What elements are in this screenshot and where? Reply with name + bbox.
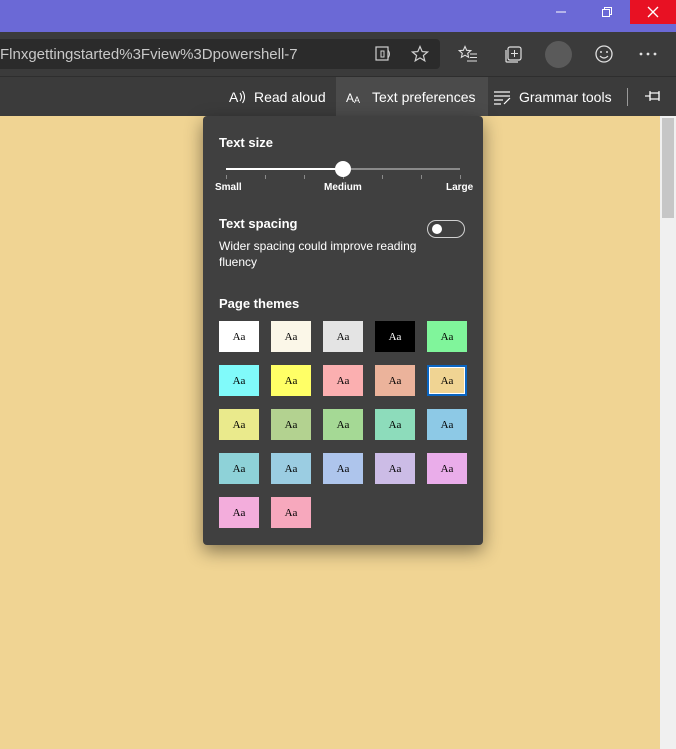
- page-theme-swatch[interactable]: Aa: [427, 321, 467, 352]
- address-url[interactable]: Flnxgettingstarted%3Fview%3Dpowershell-7: [0, 46, 298, 63]
- close-window-button[interactable]: [630, 0, 676, 24]
- more-menu-icon[interactable]: [636, 42, 660, 66]
- text-size-slider-fill: [226, 168, 343, 170]
- page-theme-swatch[interactable]: Aa: [219, 453, 259, 484]
- address-bar[interactable]: Flnxgettingstarted%3Fview%3Dpowershell-7: [0, 39, 440, 69]
- title-bar: [0, 0, 676, 32]
- toolbar-divider: [627, 88, 628, 106]
- text-size-large-label: Large: [446, 182, 474, 193]
- minimize-icon: [556, 11, 566, 13]
- read-aloud-icon: A: [229, 89, 246, 105]
- read-aloud-label: Read aloud: [254, 89, 326, 105]
- text-size-small-label: Small: [215, 182, 242, 193]
- page-theme-swatch[interactable]: Aa: [375, 321, 415, 352]
- page-theme-swatch[interactable]: Aa: [323, 453, 363, 484]
- profile-avatar[interactable]: [545, 41, 572, 68]
- text-preferences-icon: AA: [346, 91, 360, 105]
- slider-tick: [460, 175, 461, 179]
- text-size-slider-thumb[interactable]: [335, 161, 351, 177]
- page-theme-swatch[interactable]: Aa: [375, 453, 415, 484]
- feedback-smiley-icon[interactable]: [592, 42, 616, 66]
- text-preferences-button[interactable]: AA Text preferences: [336, 77, 488, 117]
- collections-icon[interactable]: [501, 42, 525, 66]
- page-theme-swatch[interactable]: Aa: [375, 365, 415, 396]
- slider-tick: [382, 175, 383, 179]
- grammar-tools-label: Grammar tools: [519, 89, 612, 105]
- minimize-button[interactable]: [538, 0, 584, 24]
- page-theme-swatch[interactable]: Aa: [271, 409, 311, 440]
- text-preferences-label: Text preferences: [372, 89, 476, 105]
- text-spacing-toggle[interactable]: [427, 220, 465, 238]
- svg-text:A: A: [346, 91, 354, 105]
- restore-button[interactable]: [584, 0, 630, 24]
- restore-icon: [602, 7, 612, 17]
- page-theme-swatch[interactable]: Aa: [271, 453, 311, 484]
- slider-tick: [226, 175, 227, 179]
- page-theme-swatch[interactable]: Aa: [323, 409, 363, 440]
- immersive-reader-toolbar: A Read aloud AA Text preferences Grammar…: [0, 76, 676, 117]
- text-size-heading: Text size: [219, 135, 273, 150]
- slider-tick: [421, 175, 422, 179]
- immersive-reader-icon[interactable]: [373, 43, 395, 65]
- text-spacing-heading: Text spacing: [219, 216, 298, 231]
- close-icon: [647, 6, 659, 18]
- text-size-medium-label: Medium: [324, 182, 362, 193]
- read-aloud-button[interactable]: A Read aloud: [229, 77, 326, 117]
- pin-toolbar-icon[interactable]: [642, 85, 664, 107]
- page-theme-swatch[interactable]: Aa: [375, 409, 415, 440]
- favorites-icon[interactable]: [456, 42, 480, 66]
- page-theme-swatch[interactable]: Aa: [323, 321, 363, 352]
- browser-toolbar: Flnxgettingstarted%3Fview%3Dpowershell-7: [0, 32, 676, 76]
- page-theme-swatch[interactable]: Aa: [271, 321, 311, 352]
- svg-text:A: A: [229, 89, 239, 105]
- scrollbar-thumb[interactable]: [662, 118, 674, 218]
- page-theme-swatch[interactable]: Aa: [219, 497, 259, 528]
- grammar-tools-icon: [494, 91, 511, 105]
- page-themes-heading: Page themes: [219, 296, 300, 311]
- svg-text:A: A: [354, 95, 360, 105]
- toggle-knob: [432, 224, 442, 234]
- page-theme-swatch[interactable]: Aa: [271, 365, 311, 396]
- page-theme-swatch[interactable]: Aa: [219, 365, 259, 396]
- page-theme-swatch[interactable]: Aa: [219, 409, 259, 440]
- page-theme-swatch[interactable]: Aa: [219, 321, 259, 352]
- page-theme-swatch[interactable]: Aa: [427, 453, 467, 484]
- page-theme-swatch[interactable]: Aa: [427, 409, 467, 440]
- page-theme-swatch[interactable]: Aa: [427, 365, 467, 396]
- text-preferences-panel: Text size Small Medium Large Text spacin…: [203, 116, 483, 545]
- page-theme-swatch[interactable]: Aa: [323, 365, 363, 396]
- slider-tick: [304, 175, 305, 179]
- page-theme-swatch[interactable]: Aa: [271, 497, 311, 528]
- text-spacing-description: Wider spacing could improve reading flue…: [219, 239, 417, 269]
- grammar-tools-button[interactable]: Grammar tools: [493, 77, 612, 117]
- favorite-star-icon[interactable]: [409, 43, 431, 65]
- slider-tick: [265, 175, 266, 179]
